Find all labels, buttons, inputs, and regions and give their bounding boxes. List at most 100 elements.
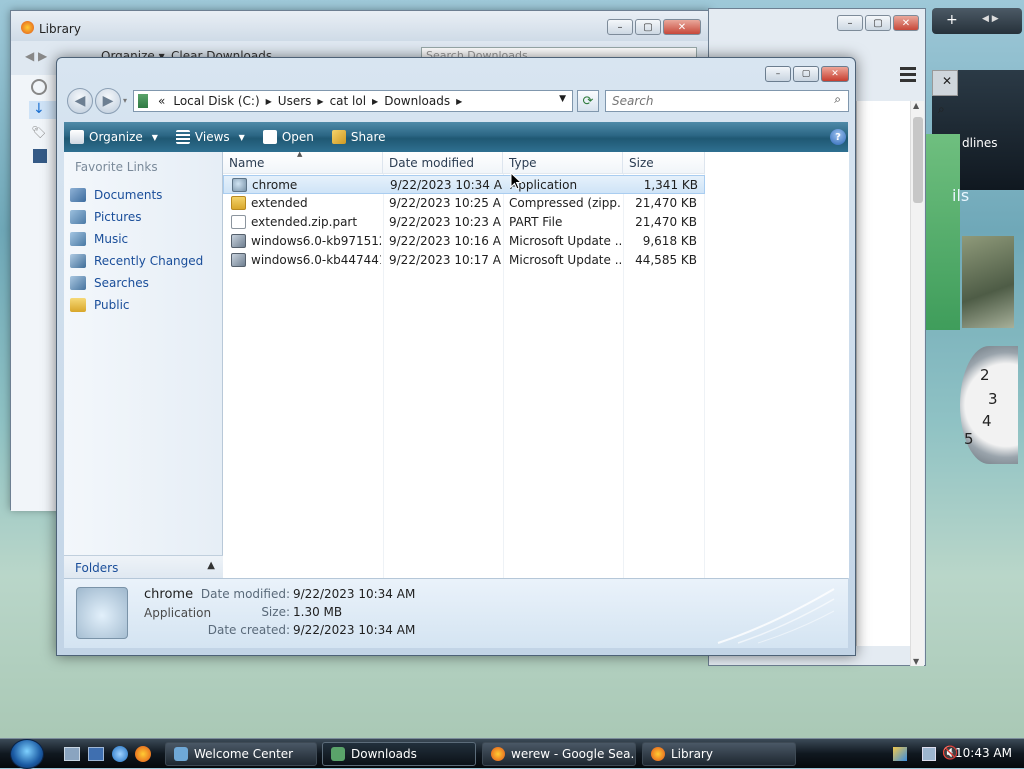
file-row[interactable]: windows6.0-kb971512-... 9/22/2023 10:16 A… (223, 232, 705, 251)
file-size: 1,341 KB (643, 178, 698, 192)
search-icon[interactable]: ⌕ (834, 92, 841, 107)
details-date-modified: 9/22/2023 10:34 AM (293, 587, 416, 601)
search-input[interactable] (605, 90, 849, 112)
chevron-up-icon[interactable]: ▲ (207, 560, 215, 571)
gadget-nav-icon[interactable]: ◀ ▶ (982, 14, 999, 24)
breadcrumb-local-disk[interactable]: Local Disk (C:) (169, 94, 263, 108)
task-library[interactable]: Library (642, 742, 796, 766)
application-icon (232, 178, 247, 192)
views-button[interactable]: Views ▼ (175, 130, 245, 144)
nav-item-documents[interactable]: Documents (70, 184, 203, 206)
downloads-icon[interactable]: ↓ (29, 101, 57, 119)
close-button[interactable]: ✕ (663, 19, 701, 35)
breadcrumb-overflow[interactable]: « (154, 94, 169, 108)
application-large-icon (76, 587, 128, 639)
browser-scrollbar[interactable]: ▲ ▼ (910, 101, 924, 666)
address-dropdown-icon[interactable]: ▼ (559, 94, 566, 104)
column-label: Name (229, 156, 265, 170)
breadcrumb-separator-icon[interactable]: ▶ (454, 97, 464, 106)
library-titlebar[interactable]: Library – ▢ ✕ (11, 11, 709, 41)
breadcrumb[interactable]: « Local Disk (C:) ▶ Users ▶ cat lol ▶ Do… (133, 90, 573, 112)
back-icon[interactable]: ◀ ▶ (25, 49, 47, 63)
file-row[interactable]: extended.zip.part 9/22/2023 10:23 AM PART … (223, 213, 705, 232)
tray-windows-update-icon[interactable] (893, 747, 907, 761)
explorer-minimize-button[interactable]: – (765, 66, 791, 82)
green-gadget (926, 134, 960, 330)
taskbar: Welcome Center Downloads werew - Google … (0, 738, 1024, 769)
nav-item-searches[interactable]: Searches (70, 272, 203, 294)
nav-item-pictures[interactable]: Pictures (70, 206, 203, 228)
gadget-search-icon[interactable]: ⌕ (938, 102, 945, 117)
folder-icon (138, 94, 148, 108)
task-label: werew - Google Sea... (511, 747, 636, 761)
internet-explorer-icon[interactable] (112, 746, 128, 762)
history-icon[interactable] (31, 79, 47, 95)
file-icon (231, 215, 246, 229)
file-list: ▲ Name Date modified Type Size chrome 9/2… (223, 150, 849, 578)
taskbar-clock[interactable]: 10:43 AM (955, 746, 1012, 760)
forward-button[interactable]: ▶ (95, 88, 121, 114)
maximize-button[interactable]: ▢ (635, 19, 661, 35)
organize-button[interactable]: Organize ▼ (70, 130, 158, 144)
sort-arrow-icon: ▲ (297, 150, 303, 158)
show-desktop-icon[interactable] (64, 747, 80, 761)
breadcrumb-cat-lol[interactable]: cat lol (326, 94, 370, 108)
file-row[interactable]: extended 9/22/2023 10:25 AM Compressed (zi… (223, 194, 705, 213)
explorer-window[interactable]: – ▢ ✕ ◀ ▶ ▾ « Local Disk (C:) ▶ Users ▶ … (56, 57, 856, 656)
minimize-button[interactable]: – (607, 19, 633, 35)
folders-label: Folders (75, 561, 119, 575)
explorer-folder-icon (331, 747, 345, 761)
task-downloads[interactable]: Downloads (322, 742, 476, 766)
column-header-name[interactable]: ▲ Name (223, 150, 383, 174)
gadget-ils-text: ils (952, 186, 970, 205)
scroll-down-icon[interactable]: ▼ (913, 657, 919, 666)
file-row[interactable]: windows6.0-kb447441... 9/22/2023 10:17 AM… (223, 251, 705, 270)
tray-network-icon[interactable] (922, 747, 936, 761)
scrollbar-thumb[interactable] (913, 117, 923, 203)
organize-icon (70, 130, 84, 144)
recent-pages-icon[interactable]: ▾ (123, 96, 127, 105)
help-button[interactable]: ? (830, 129, 846, 145)
explorer-maximize-button[interactable]: ▢ (793, 66, 819, 82)
breadcrumb-users[interactable]: Users (274, 94, 316, 108)
column-header-type[interactable]: Type (503, 152, 623, 174)
nav-item-recently-changed[interactable]: Recently Changed (70, 250, 203, 272)
file-type: Compressed (zipp... (509, 196, 621, 210)
details-date-created: 9/22/2023 10:34 AM (293, 623, 416, 637)
task-google-search[interactable]: werew - Google Sea... (482, 742, 636, 766)
scroll-up-icon[interactable]: ▲ (913, 101, 919, 110)
breadcrumb-separator-icon[interactable]: ▶ (370, 97, 380, 106)
refresh-button[interactable]: ⟳ (577, 90, 599, 112)
browser-maximize-button[interactable]: ▢ (865, 15, 891, 31)
open-button[interactable]: Open (262, 130, 314, 144)
clock-gadget[interactable]: 2 3 4 5 (960, 346, 1018, 464)
switch-windows-icon[interactable] (88, 747, 104, 761)
explorer-close-button[interactable]: ✕ (821, 66, 849, 82)
nav-item-music[interactable]: Music (70, 228, 203, 250)
breadcrumb-downloads[interactable]: Downloads (380, 94, 454, 108)
back-button[interactable]: ◀ (67, 88, 93, 114)
all-bookmarks-icon[interactable] (33, 149, 47, 163)
headlines-text: dlines (962, 136, 998, 150)
column-header-date[interactable]: Date modified (383, 152, 503, 174)
tags-icon[interactable]: 🏷 (31, 125, 46, 139)
recently-changed-icon (70, 254, 86, 268)
file-name: extended.zip.part (251, 215, 358, 229)
task-welcome-center[interactable]: Welcome Center (165, 742, 317, 766)
gadget-close-icon[interactable]: ✕ (942, 74, 952, 88)
browser-minimize-button[interactable]: – (837, 15, 863, 31)
start-button[interactable] (10, 739, 44, 769)
share-button[interactable]: Share (331, 130, 386, 144)
firefox-quicklaunch-icon[interactable] (135, 746, 151, 762)
nav-item-public[interactable]: Public (70, 294, 203, 316)
chevron-down-icon: ▼ (238, 132, 245, 142)
browser-close-button[interactable]: ✕ (893, 15, 919, 31)
column-header-size[interactable]: Size (623, 152, 705, 174)
folders-toggle[interactable]: Folders ▲ (64, 555, 223, 579)
slideshow-photo[interactable] (962, 236, 1014, 328)
breadcrumb-separator-icon[interactable]: ▶ (315, 97, 325, 106)
file-row[interactable]: chrome 9/22/2023 10:34 AM Application 1,341… (223, 175, 705, 194)
add-gadget-icon[interactable]: + (946, 12, 958, 28)
menu-icon[interactable] (893, 61, 923, 87)
breadcrumb-separator-icon[interactable]: ▶ (264, 97, 274, 106)
